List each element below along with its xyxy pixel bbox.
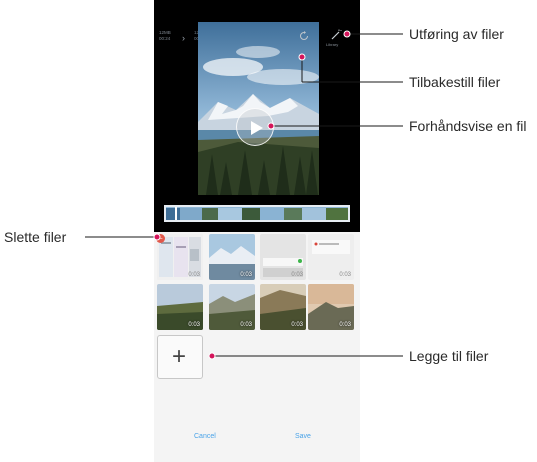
callout-reset: Tilbakestill filer	[409, 74, 501, 90]
callout-add: Legge til filer	[409, 348, 489, 364]
callout-delete: Slette filer	[4, 229, 67, 245]
callout-export: Utføring av filer	[409, 26, 504, 42]
callout-lines	[85, 30, 403, 360]
callout-preview: Forhåndsvise en fil	[409, 118, 527, 134]
